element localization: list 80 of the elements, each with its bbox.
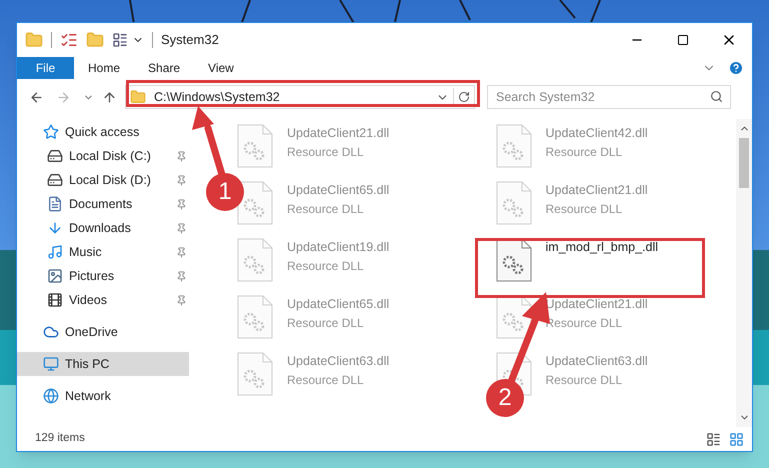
file-name: UpdateClient21.dll <box>287 125 390 142</box>
nav-item[interactable]: Documents <box>17 192 189 216</box>
file-type: Resource DLL <box>287 258 365 275</box>
window-title: System32 <box>161 31 219 50</box>
nav-item[interactable]: Pictures <box>17 264 189 288</box>
nav-label: Downloads <box>69 220 131 237</box>
file-type: Resource DLL <box>546 314 624 332</box>
nav-item[interactable]: OneDrive <box>17 320 189 344</box>
ribbon-tab[interactable]: File <box>17 57 74 79</box>
cloud-icon <box>43 324 59 340</box>
nav-item[interactable]: Music <box>17 240 189 264</box>
help-icon[interactable] <box>728 60 744 76</box>
ribbon-tab[interactable]: View <box>194 57 248 79</box>
monitor-icon <box>43 356 59 372</box>
large-icons-view-icon[interactable] <box>729 432 744 446</box>
scroll-thumb[interactable] <box>739 138 749 188</box>
file-name: UpdateClient42.dll <box>546 125 648 142</box>
ribbon-tab[interactable]: Share <box>134 57 194 79</box>
nav-item[interactable]: Downloads <box>17 216 189 240</box>
search-icon[interactable] <box>710 90 723 103</box>
file-name: UpdateClient21.dll <box>546 182 648 199</box>
dll-file-icon <box>237 352 273 396</box>
item-count: 129 items <box>35 431 85 446</box>
file-type: Resource DLL <box>287 372 365 389</box>
refresh-icon[interactable] <box>458 91 470 103</box>
nav-item[interactable]: Quick access <box>17 120 189 144</box>
view-options-icon[interactable] <box>112 32 128 48</box>
file-type: Resource DLL <box>287 200 365 218</box>
folder-icon <box>130 89 146 105</box>
address-field[interactable]: C:\Windows\System32 <box>125 85 475 109</box>
details-view-icon[interactable] <box>706 432 721 446</box>
network-icon <box>43 388 59 404</box>
file-name: UpdateClient63.dll <box>546 353 648 370</box>
nav-label: Local Disk (D:) <box>69 172 151 189</box>
music-note-icon <box>47 244 63 260</box>
file-name: UpdateClient63.dll <box>287 353 390 370</box>
file-type: Resource DLL <box>546 372 624 389</box>
file-name: im_mod_rl_bmp_.dll <box>546 239 658 256</box>
document-icon <box>47 196 63 212</box>
dll-file-icon <box>237 181 273 225</box>
nav-item[interactable]: Local Disk (C:) <box>17 144 189 168</box>
scrollbar[interactable] <box>736 119 752 427</box>
file-name: UpdateClient65.dll <box>287 296 390 313</box>
file-name: UpdateClient65.dll <box>287 182 390 199</box>
hard-drive-icon <box>47 172 63 188</box>
ribbon-tab[interactable]: Home <box>74 57 134 79</box>
back-icon[interactable] <box>29 90 44 104</box>
nav-label: Local Disk (C:) <box>69 148 151 165</box>
dll-file-icon <box>237 238 273 282</box>
up-icon[interactable] <box>102 90 117 104</box>
nav-label: Documents <box>69 196 132 213</box>
nav-item[interactable]: Network <box>17 384 189 408</box>
dll-file-icon <box>496 238 532 282</box>
nav-label: Quick access <box>65 124 140 141</box>
file-type: Resource DLL <box>546 200 624 218</box>
nav-item[interactable]: Videos <box>17 288 189 312</box>
hard-drive-icon <box>47 148 63 164</box>
nav-label: Pictures <box>69 268 114 285</box>
search-field[interactable]: Search System32 <box>487 85 731 109</box>
file-type: Resource DLL <box>546 144 624 161</box>
file-name: UpdateClient19.dll <box>287 239 390 256</box>
nav-item[interactable]: This PC <box>17 352 189 376</box>
maximize-icon <box>677 34 689 46</box>
picture-icon <box>47 268 63 284</box>
file-type: Resource DLL <box>287 314 365 332</box>
dll-file-icon <box>496 295 532 339</box>
properties-icon[interactable] <box>60 31 78 49</box>
nav-label: OneDrive <box>65 324 118 341</box>
nav-label: This PC <box>65 356 110 373</box>
dll-file-icon <box>496 181 532 225</box>
film-icon <box>47 292 63 308</box>
file-type: Resource DLL <box>287 144 365 161</box>
dll-file-icon <box>496 124 532 168</box>
nav-label: Network <box>65 388 111 405</box>
nav-item[interactable]: Local Disk (D:) <box>17 168 189 192</box>
nav-label: Music <box>69 244 102 261</box>
dll-file-icon <box>237 295 273 339</box>
nav-label: Videos <box>69 292 107 309</box>
quick-access-star-icon <box>43 124 59 140</box>
dll-file-icon <box>237 124 273 168</box>
